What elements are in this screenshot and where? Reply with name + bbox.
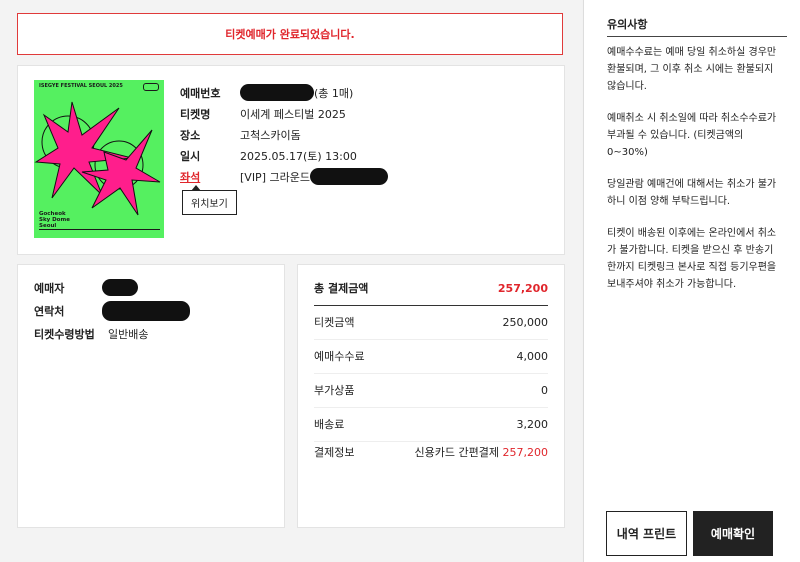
- total-label: 총 결제금액: [314, 282, 369, 295]
- venue-value: 고척스카이돔: [240, 128, 301, 142]
- booking-fee-value: 4,000: [516, 349, 549, 363]
- redacted-contact: [102, 301, 190, 321]
- buyer-row-name: 예매자: [34, 279, 138, 296]
- payment-method-text: 신용카드 간편결제: [414, 446, 499, 459]
- payment-method-label: 결제정보: [314, 446, 355, 459]
- payment-row-addon: 부가상품 0: [314, 373, 548, 408]
- addon-value: 0: [541, 383, 548, 397]
- seat-label[interactable]: 좌석: [180, 169, 240, 185]
- contact-label: 연락처: [34, 305, 65, 318]
- notice-item: 예매취소 시 취소일에 따라 취소수수료가 부과될 수 있습니다. (티켓금액의…: [607, 113, 777, 158]
- payment-total-row: 총 결제금액 257,200: [314, 271, 548, 306]
- ticket-info-panel: ISEGYE FESTIVAL SEOUL 2025 Gocheok Sky D…: [17, 65, 565, 255]
- view-location-button[interactable]: 위치보기: [182, 185, 237, 215]
- payment-row-ticket: 티켓금액 250,000: [314, 305, 548, 340]
- datetime-label: 일시: [180, 149, 201, 163]
- booking-count: (총 1매): [314, 86, 354, 100]
- delivery-method-value: 일반배송: [108, 328, 149, 341]
- booking-fee-label: 예매수수료: [314, 350, 365, 363]
- shipping-value: 3,200: [516, 417, 549, 431]
- ticket-row-datetime: 일시 2025.05.17(토) 13:00: [180, 145, 388, 166]
- ticket-name-value: 이세계 페스티벌 2025: [240, 107, 346, 121]
- buyer-row-contact: 연락처: [34, 301, 190, 321]
- delivery-method-label: 티켓수령방법: [34, 328, 95, 341]
- datetime-value: 2025.05.17(토) 13:00: [240, 149, 357, 163]
- ticket-price-value: 250,000: [502, 315, 549, 329]
- payment-method-amount: 257,200: [502, 446, 549, 459]
- ticket-price-label: 티켓금액: [314, 316, 355, 329]
- ticket-row-name: 티켓명 이세계 페스티벌 2025: [180, 103, 388, 124]
- poster-location: Gocheok Sky Dome Seoul: [39, 211, 70, 229]
- completion-alert: 티켓예매가 완료되었습니다.: [17, 13, 563, 55]
- event-poster: ISEGYE FESTIVAL SEOUL 2025 Gocheok Sky D…: [34, 80, 164, 238]
- seat-value: [VIP] 그라운드: [240, 170, 310, 184]
- notice-divider: [607, 36, 787, 37]
- confirm-booking-button[interactable]: 예매확인: [693, 511, 773, 556]
- ticket-row-number: 예매번호 (총 1매): [180, 82, 388, 103]
- redacted-seat-detail: [309, 168, 388, 185]
- ticket-row-venue: 장소 고척스카이돔: [180, 124, 388, 145]
- redacted-booking-number: [240, 84, 314, 101]
- ticket-details: 예매번호 (총 1매) 티켓명 이세계 페스티벌 2025 장소 고척스카이돔 …: [180, 82, 388, 187]
- payment-row-method: 결제정보 신용카드 간편결제 257,200: [314, 435, 548, 469]
- notice-item: 당일관람 예매건에 대해서는 취소가 불가하니 이점 양해 부탁드립니다.: [607, 179, 777, 207]
- booking-number-label: 예매번호: [180, 86, 221, 100]
- notice-title: 유의사항: [607, 18, 648, 31]
- ticket-name-label: 티켓명: [180, 107, 211, 121]
- print-history-button[interactable]: 내역 프린트: [606, 511, 687, 556]
- payment-row-fee: 예매수수료 4,000: [314, 339, 548, 374]
- poster-badge: [143, 83, 159, 91]
- venue-label: 장소: [180, 128, 201, 142]
- buyer-info-panel: 예매자 연락처 티켓수령방법 일반배송: [17, 264, 285, 528]
- poster-title: ISEGYE FESTIVAL SEOUL 2025: [39, 83, 123, 89]
- poster-footer: [39, 229, 160, 234]
- addon-label: 부가상품: [314, 384, 355, 397]
- main-area: 티켓예매가 완료되었습니다. ISEGYE FESTIVAL SEOUL 202…: [0, 0, 582, 562]
- redacted-buyer-name: [102, 279, 138, 296]
- buyer-name-label: 예매자: [34, 281, 65, 295]
- alert-message: 티켓예매가 완료되었습니다.: [225, 28, 355, 41]
- shipping-label: 배송료: [314, 418, 345, 431]
- ticket-row-seat: 좌석 [VIP] 그라운드: [180, 166, 388, 187]
- notice-item: 티켓이 배송된 이후에는 온라인에서 취소가 불가합니다. 티켓을 받으신 후 …: [607, 228, 777, 290]
- payment-panel: 총 결제금액 257,200 티켓금액 250,000 예매수수료 4,000 …: [297, 264, 565, 528]
- notice-sidebar: 유의사항 예매수수료는 예매 당일 취소하실 경우만 환불되며, 그 이후 취소…: [583, 0, 800, 562]
- notice-item: 예매수수료는 예매 당일 취소하실 경우만 환불되며, 그 이후 취소 시에는 …: [607, 47, 777, 92]
- buyer-row-delivery: 티켓수령방법 일반배송: [34, 326, 148, 342]
- total-value: 257,200: [497, 281, 548, 295]
- notice-list: 예매수수료는 예매 당일 취소하실 경우만 환불되며, 그 이후 취소 시에는 …: [607, 44, 782, 308]
